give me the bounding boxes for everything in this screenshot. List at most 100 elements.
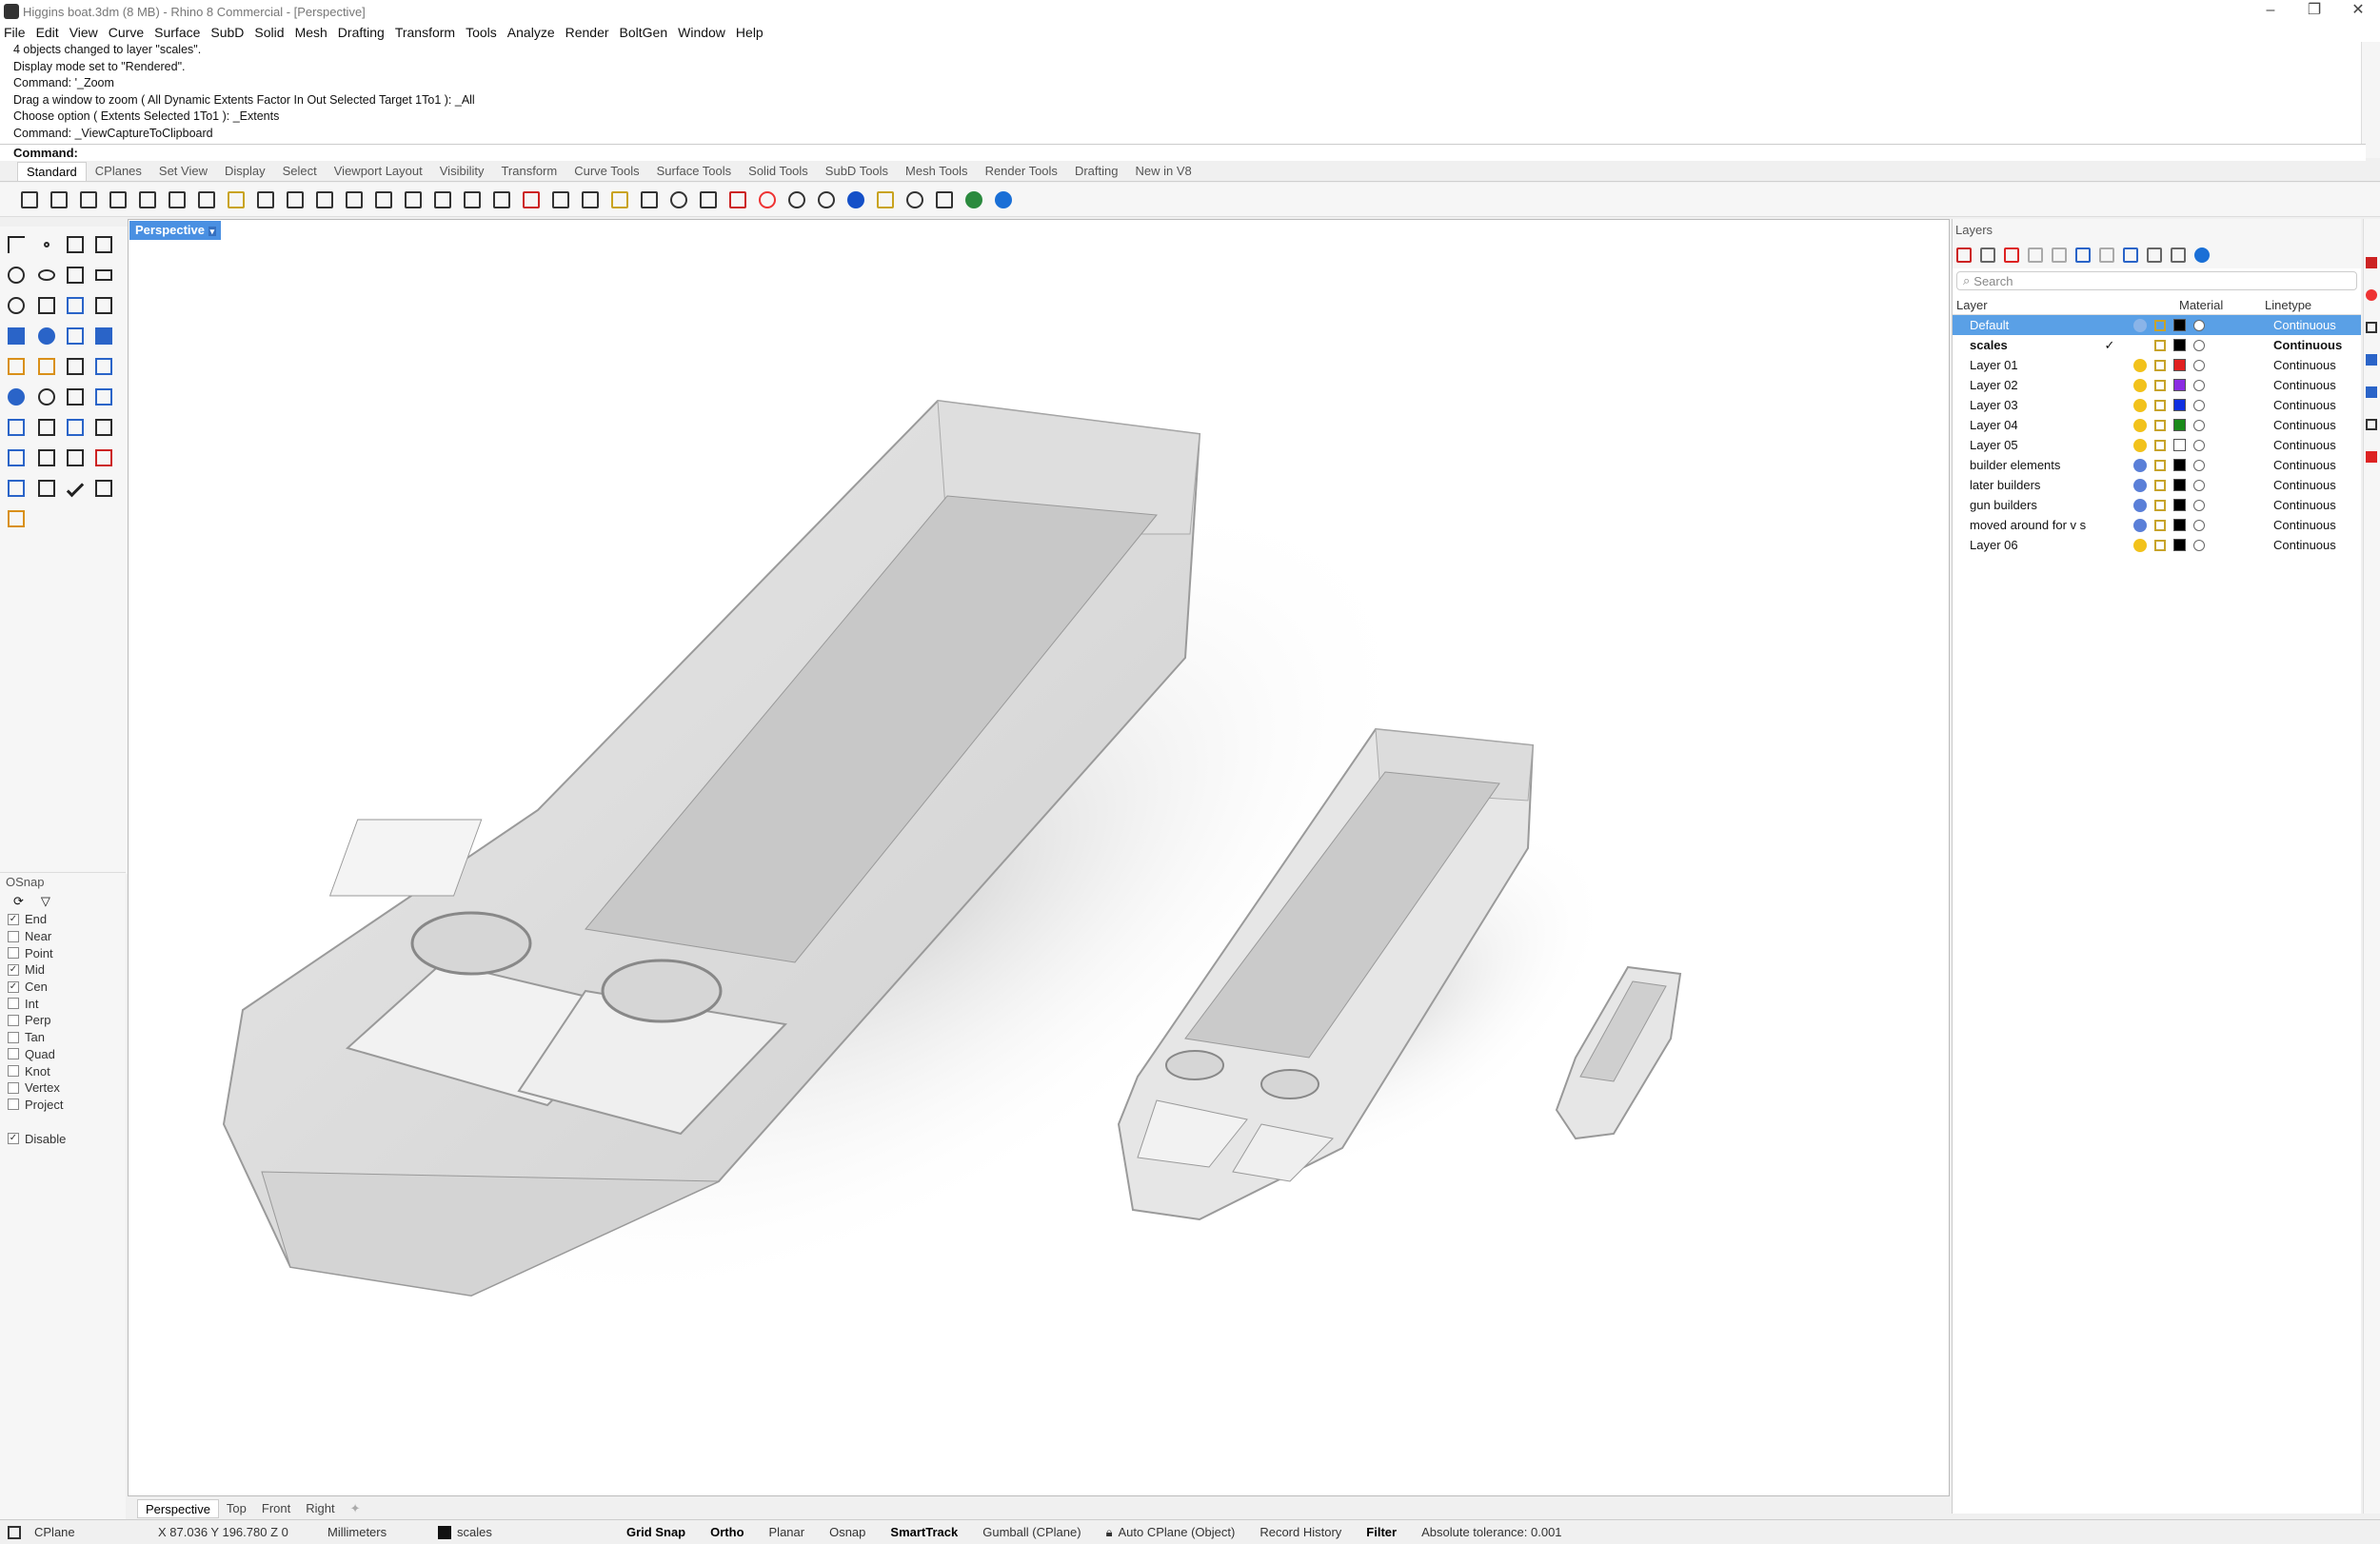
undo-icon[interactable] — [253, 188, 278, 212]
tab-viewport-layout[interactable]: Viewport Layout — [326, 162, 431, 181]
pan-icon[interactable] — [283, 188, 307, 212]
move-up-icon[interactable] — [2052, 247, 2067, 263]
checkbox[interactable]: ✓ — [8, 1133, 19, 1145]
osnap-cen[interactable]: ✓ Cen — [0, 979, 126, 996]
move-left-icon[interactable] — [2099, 247, 2114, 263]
tab-select[interactable]: Select — [274, 162, 326, 181]
open-file-icon[interactable] — [47, 188, 71, 212]
shaded-icon[interactable] — [784, 188, 809, 212]
checkbox[interactable] — [8, 1065, 19, 1078]
render-icon[interactable] — [873, 188, 898, 212]
linetype-label[interactable]: Continuous — [2273, 378, 2336, 392]
layer-name[interactable]: Layer 01 — [1953, 358, 2095, 372]
save-icon[interactable] — [76, 188, 101, 212]
checkbox[interactable] — [8, 1031, 19, 1043]
tab-solid-tools[interactable]: Solid Tools — [740, 162, 817, 181]
visibility-bulb-icon[interactable] — [2133, 518, 2147, 532]
menu-file[interactable]: File — [4, 25, 26, 40]
layer-color-swatch[interactable] — [2173, 539, 2186, 551]
panel-toggle-icon[interactable] — [8, 1525, 21, 1539]
export-icon[interactable] — [135, 188, 160, 212]
menu-subd[interactable]: SubD — [210, 25, 244, 40]
layer-row[interactable]: scales ✓ Continuous — [1953, 335, 2361, 355]
menu-analyze[interactable]: Analyze — [507, 25, 555, 40]
display-tab-icon[interactable] — [2366, 322, 2377, 333]
plane-surface-icon[interactable] — [91, 324, 116, 348]
analyze-icon[interactable] — [4, 476, 29, 501]
menu-window[interactable]: Window — [678, 25, 725, 40]
layer-name[interactable]: later builders — [1953, 478, 2095, 492]
layer-color-swatch[interactable] — [2173, 339, 2186, 351]
menu-curve[interactable]: Curve — [109, 25, 144, 40]
layers-panel-tab-icon[interactable] — [2366, 257, 2377, 268]
lock-icon[interactable] — [2154, 379, 2166, 391]
lock-icon[interactable] — [2154, 459, 2166, 471]
linetype-label[interactable]: Continuous — [2273, 478, 2336, 492]
material-icon[interactable] — [2193, 379, 2205, 391]
gumball-icon[interactable] — [91, 445, 116, 470]
filter-icon[interactable]: ▽ — [41, 894, 50, 909]
osnap-project[interactable]: Project — [0, 1097, 126, 1114]
material-icon[interactable] — [2193, 479, 2205, 491]
circle-icon[interactable] — [4, 263, 29, 287]
tab-subd-tools[interactable]: SubD Tools — [817, 162, 897, 181]
lock-icon[interactable] — [2154, 339, 2166, 351]
tab-right[interactable]: Right — [298, 1499, 342, 1518]
transform-icon[interactable] — [63, 415, 88, 440]
linetype-label[interactable]: Continuous — [2273, 418, 2336, 432]
polygon-icon[interactable] — [63, 263, 88, 287]
tab-new-in-v8[interactable]: New in V8 — [1126, 162, 1200, 181]
tab-render-tools[interactable]: Render Tools — [977, 162, 1066, 181]
visibility-bulb-icon[interactable] — [2133, 339, 2147, 352]
osnap-toggle[interactable]: Osnap — [829, 1525, 865, 1539]
drafting-icon[interactable] — [4, 506, 29, 531]
fillet-curve-icon[interactable] — [91, 293, 116, 318]
split-icon[interactable] — [91, 385, 116, 409]
tab-visibility[interactable]: Visibility — [431, 162, 493, 181]
box-icon[interactable] — [4, 324, 29, 348]
linetype-label[interactable]: Continuous — [2273, 318, 2336, 332]
render-tools-icon[interactable] — [91, 476, 116, 501]
ortho-toggle[interactable]: Ortho — [710, 1525, 744, 1539]
four-viewports-icon[interactable] — [489, 188, 514, 212]
menu-edit[interactable]: Edit — [36, 25, 59, 40]
gumball-toggle[interactable]: Gumball (CPlane) — [982, 1525, 1081, 1539]
material-icon[interactable] — [2193, 439, 2205, 451]
menu-view[interactable]: View — [69, 25, 98, 40]
columns-icon[interactable] — [2147, 247, 2162, 263]
zoom-extents-icon[interactable] — [401, 188, 426, 212]
menu-help[interactable]: Help — [736, 25, 764, 40]
osnap-int[interactable]: Int — [0, 995, 126, 1012]
layer-name[interactable]: Layer 06 — [1953, 538, 2095, 552]
filter-toggle[interactable]: Filter — [1366, 1525, 1397, 1539]
lock-icon[interactable] — [696, 188, 721, 212]
named-views-icon[interactable] — [548, 188, 573, 212]
header-material[interactable]: Material — [2179, 298, 2265, 312]
layer-color-swatch[interactable] — [2173, 379, 2186, 391]
boolean-diff-icon[interactable] — [34, 385, 59, 409]
auto-cplane-toggle[interactable]: Auto CPlane (Object) — [1118, 1525, 1235, 1539]
osnap-knot[interactable]: Knot — [0, 1062, 126, 1079]
visibility-bulb-icon[interactable] — [2133, 478, 2147, 492]
layer-row[interactable]: Layer 06 Continuous — [1953, 535, 2361, 555]
layer-up-icon[interactable] — [2028, 247, 2043, 263]
menu-mesh[interactable]: Mesh — [295, 25, 327, 40]
osnap-vertex[interactable]: Vertex — [0, 1079, 126, 1097]
material-icon[interactable] — [2193, 339, 2205, 351]
render-tab-icon[interactable] — [2366, 354, 2377, 366]
paste-icon[interactable] — [224, 188, 248, 212]
lock-icon[interactable] — [2154, 419, 2166, 431]
osnap-disable[interactable]: ✓ Disable — [0, 1130, 126, 1147]
material-icon[interactable] — [2193, 539, 2205, 551]
material-icon[interactable] — [2193, 499, 2205, 511]
layer-name[interactable]: Layer 02 — [1953, 378, 2095, 392]
material-icon[interactable] — [2193, 519, 2205, 531]
properties-tab-icon[interactable] — [2366, 289, 2377, 301]
visibility-bulb-icon[interactable] — [2133, 498, 2147, 512]
osnap-mode-icon[interactable]: ⟳ — [13, 894, 24, 909]
ellipse-icon[interactable] — [34, 263, 59, 287]
curve-edit-icon[interactable] — [63, 293, 88, 318]
linetype-label[interactable]: Continuous — [2273, 338, 2342, 352]
move-down-icon[interactable] — [2075, 247, 2091, 263]
menu-tools[interactable]: Tools — [466, 25, 497, 40]
